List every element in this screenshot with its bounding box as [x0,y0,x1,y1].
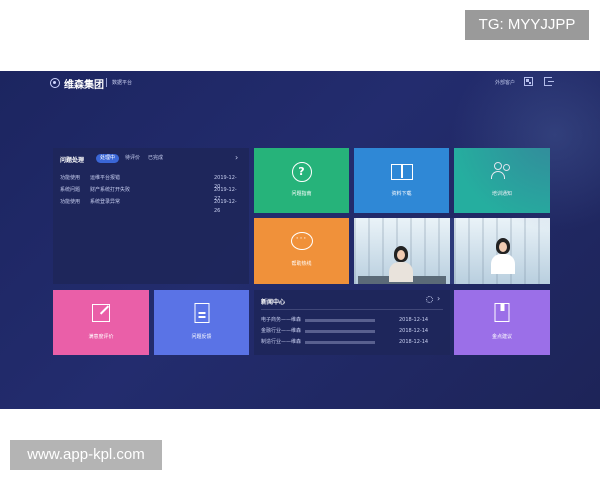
document-icon [194,303,209,323]
news-row[interactable]: 金融行业——维森 2018-12-14 [261,327,443,336]
external-customer-link[interactable]: 外部客户 [495,79,515,86]
people-icon [491,162,513,180]
issue-row[interactable]: 功能使用 系统登录异常 2019-12-26 [60,198,242,214]
news-headline: 制造行业——维森 [261,339,302,345]
tile-download[interactable]: 资料下载 [354,148,449,213]
dashboard-screen: 维森集团 数据平台 外部客户 问题处理 处理中 待评价 已完成 › 功能使用 运… [0,71,600,409]
tile-ideas-label: 金点建议 [491,334,512,340]
news-row[interactable]: 电子商务——维森 2018-12-14 [261,316,443,325]
issue-type: 功能使用 [60,199,81,205]
issue-description: 财产系统打开失败 [90,187,131,193]
divider [261,309,443,310]
watermark-telegram: TG: MYYJJPP [465,10,589,40]
edit-icon [92,304,110,322]
book-icon [390,164,413,180]
page: TG: MYYJJPP 维森集团 数据平台 外部客户 问题处理 处理中 待评价 … [0,0,600,480]
tile-help-guide[interactable]: ? 问题指南 [254,148,349,213]
chat-bubble-icon: ··· [290,232,313,250]
issue-handling-panel: 问题处理 处理中 待评价 已完成 › 功能使用 运维平台报错 2019-12-2… [53,148,249,284]
issue-panel-title: 问题处理 [60,157,85,164]
tile-training-label: 培训通知 [491,191,512,197]
platform-subtitle: 数据平台 [112,80,133,86]
news-date: 2018-12-14 [399,317,429,323]
tab-in-progress[interactable]: 处理中 [96,154,120,163]
tile-feedback-label: 问题反馈 [191,334,212,340]
news-headline-blurred [305,319,375,322]
issue-row[interactable]: 系统问题 财产系统打开失败 2019-12-27 [60,186,242,202]
office-banner-image [354,218,550,284]
bookmark-icon [494,303,510,322]
header-divider [106,78,107,87]
issue-row[interactable]: 功能使用 运维平台报错 2019-12-20 [60,174,242,190]
tile-satisfaction-label: 满意度评价 [88,334,114,340]
news-row[interactable]: 制造行业——维森 2018-12-14 [261,338,443,347]
tile-training[interactable]: 培训通知 [454,148,550,213]
tile-satisfaction[interactable]: 满意度评价 [53,290,149,355]
issue-type: 系统问题 [60,187,81,193]
news-headline-blurred [305,341,375,344]
news-headline-blurred [305,330,375,333]
tab-completed[interactable]: 已完成 [144,154,167,163]
tile-help-hotline-label: 帮助热线 [291,261,312,267]
tile-help-hotline[interactable]: ··· 帮助热线 [254,218,349,284]
question-icon: ? [291,162,312,182]
news-date: 2018-12-14 [399,339,429,345]
logout-icon[interactable] [544,77,554,86]
tab-pending-review[interactable]: 待评价 [121,154,144,163]
tile-ideas[interactable]: 金点建议 [454,290,550,355]
chevron-right-icon[interactable]: › [235,153,238,162]
issue-type: 功能使用 [60,175,81,181]
watermark-website: www.app-kpl.com [10,440,162,470]
issue-description: 运维平台报错 [90,175,121,181]
news-headline: 金融行业——维森 [261,328,302,334]
brand-name: 维森集团 [64,80,104,91]
tile-download-label: 资料下载 [391,191,412,197]
tile-feedback[interactable]: 问题反馈 [154,290,249,355]
qr-code-icon[interactable] [524,77,533,86]
news-headline: 电子商务——维森 [261,317,302,323]
news-center-panel: 新闻中心 › 电子商务——维森 2018-12-14 金融行业——维森 2018… [254,290,450,355]
gear-icon[interactable] [426,296,433,303]
news-date: 2018-12-14 [399,328,429,334]
issue-date: 2019-12-26 [214,199,237,214]
news-panel-title: 新闻中心 [261,299,286,306]
logo-icon [50,78,60,88]
issue-description: 系统登录异常 [90,199,121,205]
top-bar: 维森集团 数据平台 外部客户 [0,71,600,95]
tile-help-guide-label: 问题指南 [291,191,312,197]
chevron-right-icon[interactable]: › [437,294,440,303]
